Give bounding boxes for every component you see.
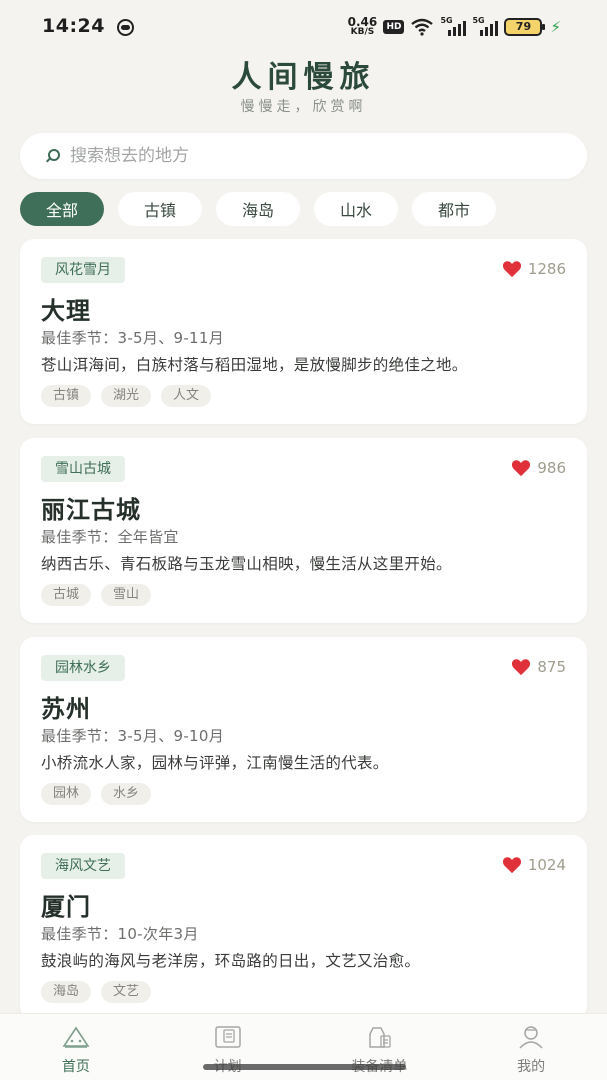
like-button[interactable]: 875 [511,658,566,676]
category-badge: 海风文艺 [41,853,125,879]
wifi-icon [411,18,434,36]
like-count: 986 [537,459,566,477]
category-badge: 风花雪月 [41,257,125,283]
like-count: 1024 [527,856,566,874]
tag-list: 古镇 湖光 人文 [41,385,212,407]
profile-person-icon [519,1026,543,1049]
tag-list: 园林 水乡 [41,783,152,805]
tag: 古镇 [41,385,92,407]
home-mountain-icon [62,1026,90,1048]
battery-icon: 79 [504,17,546,36]
tag: 古城 [41,584,92,606]
tag-list: 海岛 文艺 [41,981,152,1003]
filter-chip-landscape[interactable]: 山水 [314,192,398,226]
tag: 湖光 [101,385,152,407]
destination-title: 厦门 [41,893,91,921]
app-subtitle: 慢慢走，欣赏啊 [240,99,367,115]
signal-icon: 5G [472,16,499,36]
destination-card[interactable]: 海风文艺 1024 厦门 最佳季节：10-次年3月 鼓浪屿的海风与老洋房，环岛路… [20,835,587,1020]
search-bar[interactable] [20,133,587,179]
destination-title: 大理 [41,297,91,325]
best-season: 最佳季节：全年皆宜 [41,528,179,546]
heart-icon [512,460,531,477]
destination-card[interactable]: 风花雪月 1286 大理 最佳季节：3-5月、9-11月 苍山洱海间，白族村落与… [20,239,587,424]
destination-description: 鼓浪屿的海风与老洋房，环岛路的日出，文艺又治愈。 [41,952,421,970]
charging-icon: ⚡ [550,17,561,36]
nav-label: 我的 [517,1059,546,1075]
status-bar: 14:24 0.46 KB/S HD 5G 5G 79 ⚡ [0,0,607,56]
network-speed: 0.46 KB/S [347,15,378,37]
hd-icon: HD [383,19,405,34]
destination-title: 苏州 [41,695,91,723]
destination-description: 苍山洱海间，白族村落与稻田湿地，是放慢脚步的绝佳之地。 [41,356,468,374]
search-input[interactable] [70,146,550,166]
heart-icon [502,857,521,874]
category-badge: 雪山古城 [41,456,125,482]
tag: 海岛 [41,981,92,1003]
like-button[interactable]: 986 [511,459,566,477]
tag: 水乡 [101,783,152,805]
tag: 园林 [41,783,92,805]
nav-label: 首页 [61,1059,90,1075]
nav-home[interactable]: 首页 [0,1014,152,1080]
destination-title: 丽江古城 [41,496,141,524]
like-button[interactable]: 1286 [502,260,566,278]
tag: 雪山 [101,584,152,606]
home-indicator[interactable] [203,1064,406,1070]
best-season: 最佳季节：3-5月、9-10月 [41,727,225,745]
destination-card[interactable]: 园林水乡 875 苏州 最佳季节：3-5月、9-10月 小桥流水人家，园林与评弹… [20,637,587,822]
nav-plan[interactable]: 计划 [152,1014,304,1080]
plan-clipboard-icon [214,1026,241,1048]
destination-description: 纳西古乐、青石板路与玉龙雪山相映，慢生活从这里开始。 [41,555,452,573]
nav-profile[interactable]: 我的 [455,1014,607,1080]
like-button[interactable]: 1024 [502,856,566,874]
nav-gear-list[interactable]: 装备清单 [304,1014,456,1080]
status-time: 14:24 [42,15,105,37]
like-count: 875 [537,658,566,676]
filter-chip-town[interactable]: 古镇 [118,192,202,226]
filter-chip-island[interactable]: 海岛 [216,192,300,226]
notification-icon [117,19,134,36]
category-badge: 园林水乡 [41,655,125,681]
app-title: 人间慢旅 [231,60,376,95]
tag: 人文 [161,385,212,407]
gear-checklist-icon [369,1027,392,1048]
search-icon [44,147,62,165]
best-season: 最佳季节：3-5月、9-11月 [41,329,225,347]
filter-chip-city[interactable]: 都市 [412,192,496,226]
tag-list: 古城 雪山 [41,584,152,606]
like-count: 1286 [527,260,566,278]
status-indicators: 0.46 KB/S HD 5G 5G 79 ⚡ [347,16,561,37]
best-season: 最佳季节：10-次年3月 [41,925,199,943]
heart-icon [512,659,531,676]
heart-icon [502,261,521,278]
signal-icon: 5G [440,16,467,36]
filter-chip-all[interactable]: 全部 [20,192,104,226]
tag: 文艺 [101,981,152,1003]
filter-chips: 全部 古镇 海岛 山水 都市 [20,192,496,226]
destination-description: 小桥流水人家，园林与评弹，江南慢生活的代表。 [41,754,389,772]
destination-card[interactable]: 雪山古城 986 丽江古城 最佳季节：全年皆宜 纳西古乐、青石板路与玉龙雪山相映… [20,438,587,623]
